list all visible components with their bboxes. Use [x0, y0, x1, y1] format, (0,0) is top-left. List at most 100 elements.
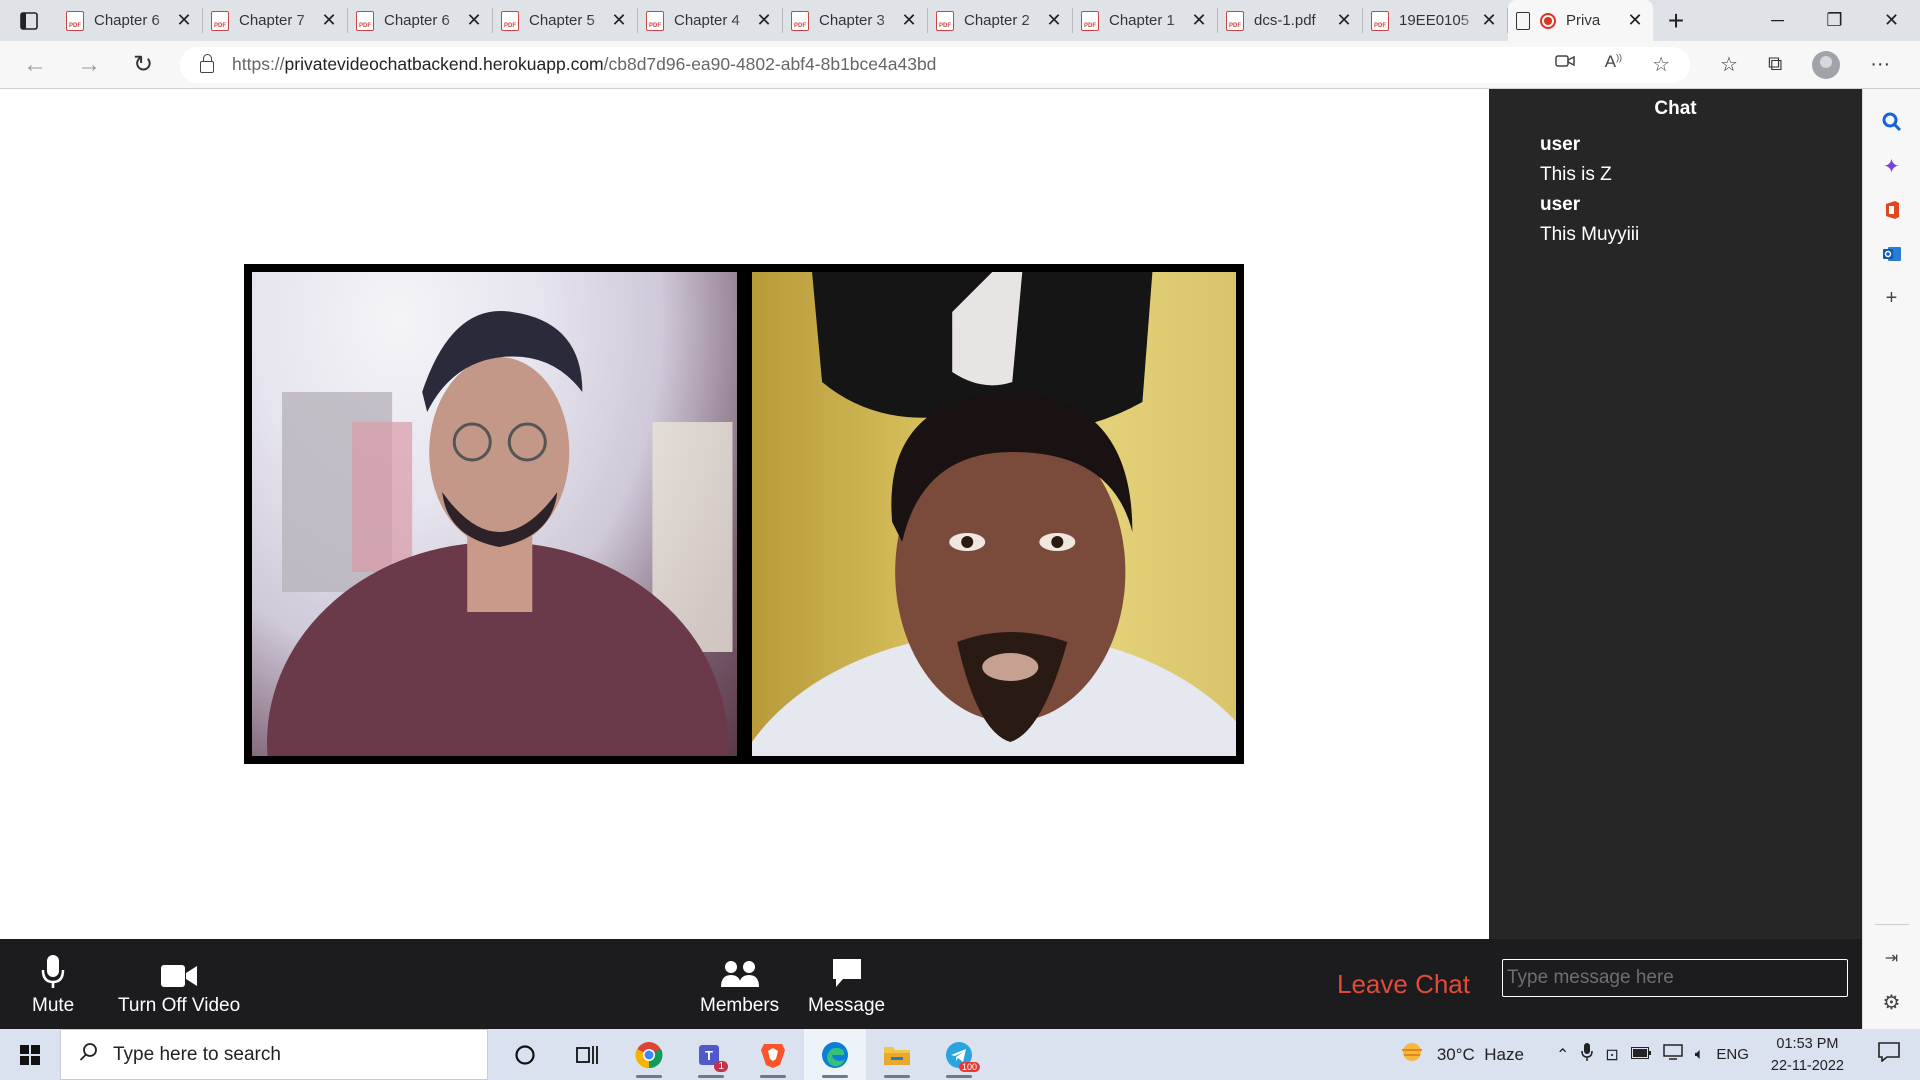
task-view-icon[interactable]	[556, 1029, 618, 1080]
close-icon[interactable]: ✕	[1044, 10, 1064, 31]
remote-video	[751, 272, 1236, 756]
restore-icon[interactable]: ❐	[1806, 0, 1863, 41]
tab-title: Chapter 4	[674, 12, 740, 29]
browser-tab[interactable]: dcs-1.pdf ✕	[1218, 8, 1363, 33]
clock-time: 01:53 PM	[1776, 1035, 1839, 1052]
favorites-icon[interactable]: ☆	[1720, 52, 1738, 77]
chevron-up-icon[interactable]: ⌃	[1556, 1045, 1569, 1065]
local-video	[252, 272, 737, 756]
clock[interactable]: 01:53 PM 22-11-2022	[1771, 1033, 1844, 1077]
url-path: /cb8d7d96-ea90-4802-abf4-8b1bce4a43bd	[603, 54, 937, 74]
forward-icon[interactable]: →	[62, 51, 116, 79]
message-label: Message	[808, 995, 886, 1016]
collections-icon[interactable]: ⧉	[1768, 53, 1782, 76]
close-icon[interactable]: ✕	[1625, 10, 1645, 31]
outlook-icon[interactable]	[1881, 243, 1903, 265]
browser-tab[interactable]: Chapter 6 ✕	[58, 8, 203, 33]
browser-tab-active[interactable]: Priva ✕	[1508, 0, 1653, 41]
refresh-icon[interactable]: ↻	[116, 50, 170, 79]
discover-sparkle-icon[interactable]: ✦	[1881, 155, 1903, 178]
tab-title: Chapter 6	[94, 12, 160, 29]
camera-permission-icon[interactable]	[1554, 52, 1575, 77]
teams-icon[interactable]: T 1	[680, 1029, 742, 1080]
minimize-icon[interactable]: ─	[1749, 0, 1806, 41]
tab-title: Priva	[1566, 12, 1601, 29]
cortana-icon[interactable]	[494, 1029, 556, 1080]
weather-text[interactable]: 30°C Haze	[1437, 1045, 1524, 1065]
settings-gear-icon[interactable]: ⚙	[1881, 991, 1903, 1014]
mute-label: Mute	[32, 995, 75, 1016]
close-icon[interactable]: ✕	[1334, 10, 1354, 31]
language-indicator[interactable]: ENG	[1716, 1046, 1749, 1063]
edge-browser-icon[interactable]	[804, 1029, 866, 1080]
browser-tab[interactable]: Chapter 4 ✕	[638, 8, 783, 33]
url-host: privatevideochatbackend.herokuapp.com	[284, 54, 604, 74]
network-icon[interactable]	[1663, 1044, 1683, 1065]
browser-tab[interactable]: Chapter 3 ✕	[783, 8, 928, 33]
tab-actions-menu-icon[interactable]	[0, 0, 58, 41]
battery-icon[interactable]	[1630, 1046, 1651, 1064]
url-scheme: https://	[232, 54, 285, 74]
chat-message: user This is Z	[1540, 130, 1862, 190]
svg-text:T: T	[705, 1048, 713, 1063]
read-aloud-icon[interactable]: A))	[1605, 52, 1622, 77]
participant-video-frame	[751, 272, 1236, 756]
taskbar-search-box[interactable]: Type here to search	[60, 1029, 488, 1080]
toggle-video-button[interactable]: Turn Off Video	[118, 955, 240, 1017]
volume-icon[interactable]: 🔈︎	[1695, 1046, 1705, 1064]
tab-title: dcs-1.pdf	[1254, 12, 1316, 29]
file-explorer-icon[interactable]	[866, 1029, 928, 1080]
video-stage	[0, 89, 1489, 939]
pdf-icon	[66, 10, 84, 31]
back-icon[interactable]: ←	[8, 51, 62, 79]
close-icon[interactable]: ✕	[174, 10, 194, 31]
members-button[interactable]: Members	[700, 955, 779, 1017]
notifications-icon[interactable]	[1878, 1042, 1900, 1067]
video-grid	[244, 264, 1244, 764]
close-icon[interactable]: ✕	[464, 10, 484, 31]
close-icon[interactable]: ✕	[754, 10, 774, 31]
office-icon[interactable]	[1881, 199, 1903, 221]
meet-now-icon[interactable]: ⊡	[1605, 1045, 1618, 1065]
browser-tab[interactable]: Chapter 5 ✕	[493, 8, 638, 33]
browser-tab[interactable]: Chapter 2 ✕	[928, 8, 1073, 33]
lock-icon[interactable]	[200, 53, 214, 73]
browser-sidebar: ✦ + ⇥ ⚙	[1862, 89, 1920, 1029]
telegram-icon[interactable]: 100	[928, 1029, 990, 1080]
close-icon[interactable]: ✕	[319, 10, 339, 31]
chrome-icon[interactable]	[618, 1029, 680, 1080]
hide-sidebar-icon[interactable]: ⇥	[1881, 947, 1903, 969]
pdf-icon	[791, 10, 809, 31]
close-icon[interactable]: ✕	[1479, 10, 1499, 31]
close-window-icon[interactable]: ✕	[1863, 0, 1920, 41]
close-icon[interactable]: ✕	[1189, 10, 1209, 31]
windows-start-icon[interactable]	[0, 1044, 60, 1065]
chat-message-input[interactable]	[1502, 959, 1848, 997]
leave-chat-button[interactable]: Leave Chat	[1337, 969, 1470, 1000]
close-icon[interactable]: ✕	[609, 10, 629, 31]
document-icon	[1516, 11, 1530, 30]
profile-avatar[interactable]	[1812, 50, 1841, 79]
address-bar[interactable]: https://privatevideochatbackend.herokuap…	[180, 46, 1690, 83]
weather-icon[interactable]	[1399, 1041, 1425, 1068]
pdf-icon	[501, 10, 519, 31]
mute-button[interactable]: Mute	[32, 955, 74, 1017]
close-icon[interactable]: ✕	[899, 10, 919, 31]
browser-tab[interactable]: Chapter 1 ✕	[1073, 8, 1218, 33]
browser-tab[interactable]: Chapter 6 ✕	[348, 8, 493, 33]
system-tray: 30°C Haze ⌃ ⊡ 🔈︎ ENG 01:53 PM 22-11-2022	[1399, 1033, 1920, 1077]
pdf-icon	[936, 10, 954, 31]
new-tab-button[interactable]: +	[1653, 0, 1699, 41]
brave-browser-icon[interactable]	[742, 1029, 804, 1080]
taskbar-search-placeholder: Type here to search	[113, 1043, 281, 1065]
microphone-tray-icon[interactable]	[1581, 1043, 1594, 1066]
browser-tab[interactable]: Chapter 7 ✕	[203, 8, 348, 33]
message-button[interactable]: Message	[808, 955, 885, 1017]
tab-title: Chapter 5	[529, 12, 595, 29]
more-menu-icon[interactable]: ···	[1870, 53, 1890, 76]
add-sidebar-app-icon[interactable]: +	[1881, 287, 1903, 309]
browser-tab[interactable]: 19EE0105 ✕	[1363, 8, 1508, 33]
search-icon[interactable]	[1881, 111, 1903, 133]
add-favorite-icon[interactable]: ☆	[1652, 52, 1670, 77]
message-bubble-icon	[831, 955, 863, 989]
